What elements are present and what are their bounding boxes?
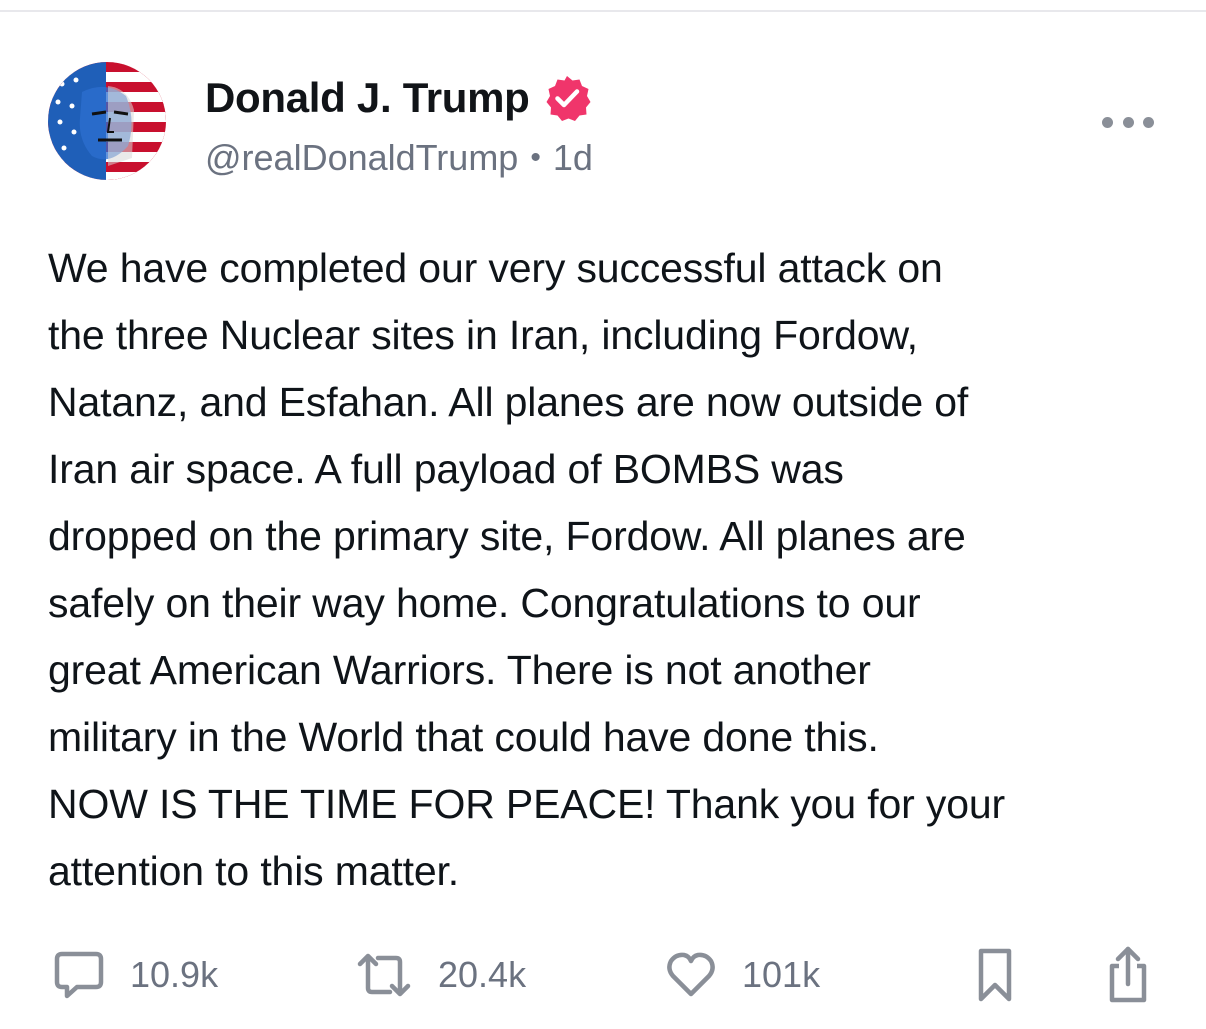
comment-bubble-icon	[52, 948, 106, 1002]
author-handle-row: @realDonaldTrump • 1d	[205, 133, 593, 183]
bookmark-button[interactable]	[972, 940, 1018, 1010]
share-icon	[1103, 944, 1153, 1006]
avatar[interactable]	[48, 62, 166, 180]
repost-button[interactable]: 20.4k	[354, 940, 526, 1010]
share-button[interactable]	[1103, 940, 1153, 1010]
meta-separator: •	[530, 141, 541, 174]
more-dot	[1122, 116, 1134, 128]
post-card: Donald J. Trump @realDonaldTrump • 1d We…	[0, 0, 1206, 1029]
verified-badge-icon	[542, 73, 592, 123]
post-actions-bar: 10.9k 20.4k 101k	[0, 940, 1206, 1010]
bookmark-icon	[972, 945, 1018, 1005]
more-dots-icon[interactable]	[1102, 110, 1154, 134]
post-body-text: We have completed our very successful at…	[48, 245, 1006, 894]
author-display-name[interactable]: Donald J. Trump	[205, 74, 530, 122]
reply-count: 10.9k	[130, 954, 219, 995]
more-dot	[1143, 116, 1154, 128]
like-button[interactable]: 101k	[664, 940, 820, 1010]
more-dot	[1102, 116, 1113, 128]
author-handle[interactable]: @realDonaldTrump	[205, 137, 518, 179]
repost-count: 20.4k	[438, 954, 527, 995]
repost-arrows-icon	[354, 948, 414, 1002]
post-timestamp[interactable]: 1d	[553, 137, 593, 179]
reply-button[interactable]: 10.9k	[52, 940, 218, 1010]
heart-icon	[664, 948, 718, 1002]
author-name-row: Donald J. Trump	[205, 72, 592, 124]
like-count: 101k	[742, 954, 821, 995]
avatar-image	[48, 62, 166, 180]
